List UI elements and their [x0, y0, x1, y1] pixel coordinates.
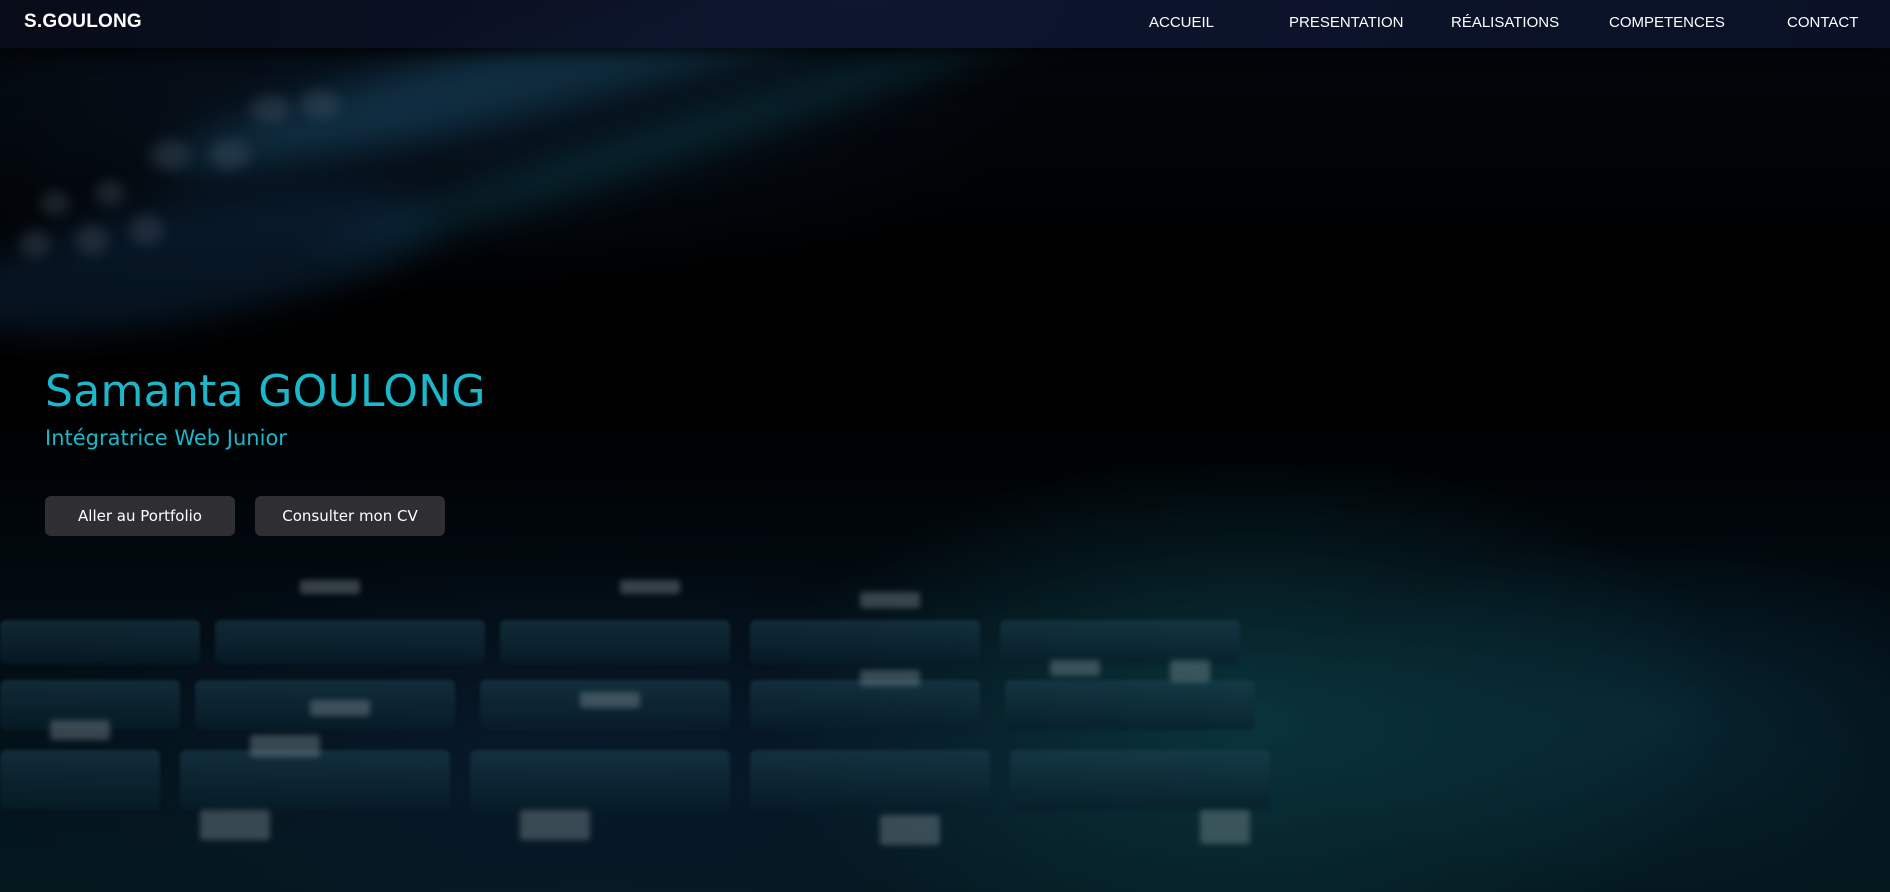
nav-link-competences[interactable]: COMPETENCES — [1609, 14, 1725, 31]
hero-content: Samanta GOULONG Intégratrice Web Junior — [45, 362, 486, 454]
brand-logo[interactable]: S.GOULONG — [24, 11, 142, 33]
hero-title: Samanta GOULONG — [45, 366, 486, 417]
nav-link-realisations[interactable]: RÉALISATIONS — [1451, 14, 1559, 31]
nav-link-accueil[interactable]: ACCUEIL — [1149, 14, 1214, 31]
view-cv-button[interactable]: Consulter mon CV — [255, 496, 445, 536]
nav-link-contact[interactable]: CONTACT — [1787, 14, 1858, 31]
go-to-portfolio-button[interactable]: Aller au Portfolio — [45, 496, 235, 536]
page: S.GOULONG ACCUEIL PRESENTATION RÉALISATI… — [0, 0, 1890, 892]
hero-subtitle: Intégratrice Web Junior — [45, 426, 287, 450]
nav-link-presentation[interactable]: PRESENTATION — [1289, 14, 1403, 31]
top-navbar: S.GOULONG ACCUEIL PRESENTATION RÉALISATI… — [0, 0, 1890, 48]
